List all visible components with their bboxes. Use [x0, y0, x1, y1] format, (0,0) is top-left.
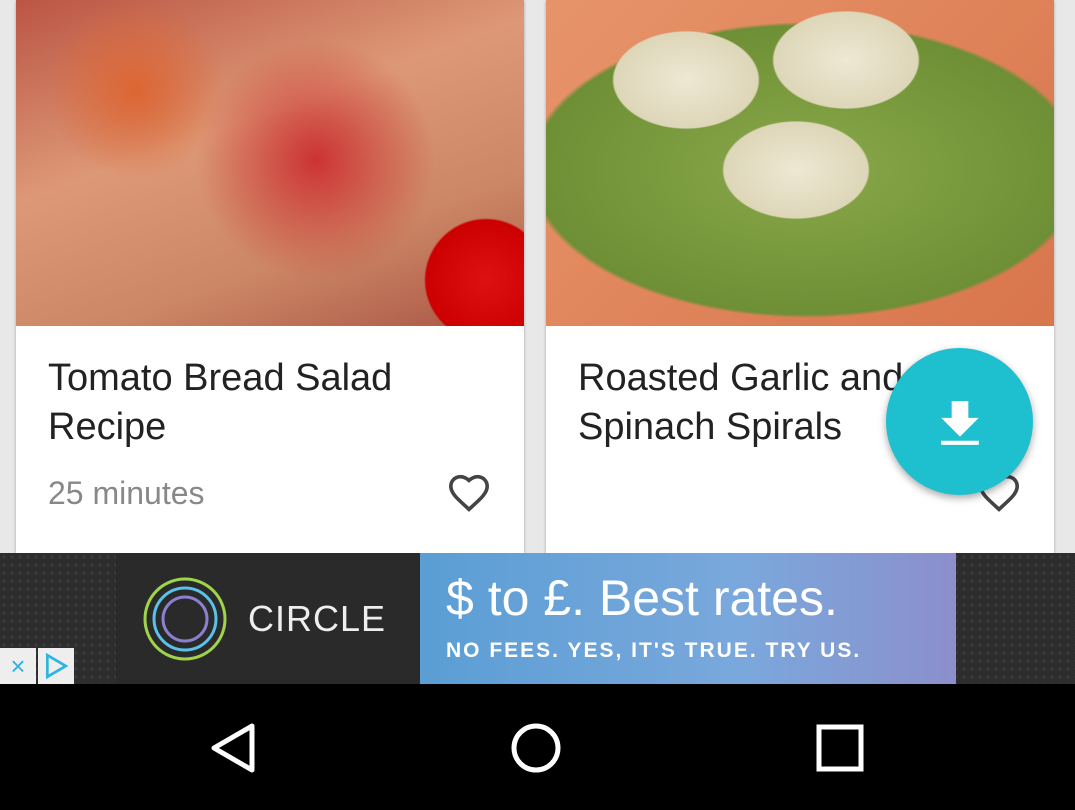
ad-brand: CIRCLE — [248, 597, 387, 639]
back-icon[interactable] — [208, 722, 260, 774]
ad-info-button[interactable] — [38, 648, 74, 684]
circle-logo-icon — [143, 577, 227, 660]
download-button[interactable] — [886, 348, 1033, 495]
home-icon[interactable] — [510, 722, 562, 774]
recipe-image[interactable] — [546, 0, 1054, 326]
recipe-title: Tomato Bread Salad Recipe — [48, 357, 393, 448]
recipe-time: 25 minutes — [48, 475, 205, 511]
ad-subline: NO FEES. YES, IT'S TRUE. TRY US. — [446, 639, 862, 662]
recipe-image[interactable] — [16, 0, 524, 326]
recipe-card-1[interactable]: Tomato Bread Salad Recipe 25 minutes — [16, 0, 524, 553]
ad-headline: $ to £. Best rates. — [446, 570, 838, 626]
navigation-bar — [0, 684, 1075, 810]
recents-icon[interactable] — [814, 722, 866, 774]
download-icon — [940, 400, 979, 445]
heart-outline-icon[interactable] — [447, 473, 491, 513]
ad-close-button[interactable]: × — [0, 648, 36, 684]
ad-banner[interactable]: CIRCLE $ to £. Best rates. NO FEES. YES,… — [0, 553, 1075, 684]
ad-choices-icon — [45, 653, 69, 679]
